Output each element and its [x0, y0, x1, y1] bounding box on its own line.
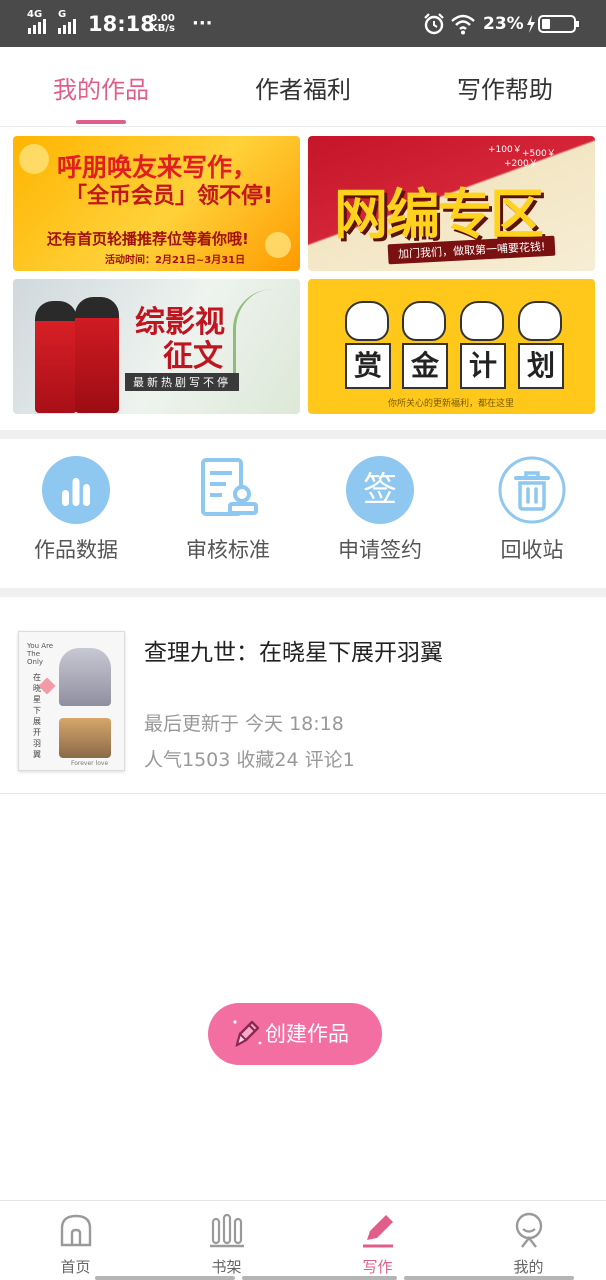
nav-home[interactable]: 首页	[0, 1201, 151, 1280]
net-speed: 0.00 KB/s	[150, 0, 175, 47]
cover-portrait	[59, 718, 111, 758]
banner-invite-line3: 还有首页轮播推荐位等着你哦!	[47, 230, 249, 248]
bonus-label-3: +200￥	[504, 159, 538, 169]
bounty-char-4: 划	[518, 343, 564, 389]
banner-invite-friends[interactable]: 呼朋唤友来写作， 「全币会员」领不停! 还有首页轮播推荐位等着你哦! 活动时间：…	[13, 136, 300, 271]
pen-icon	[363, 1215, 393, 1248]
cat-illustration	[345, 301, 389, 341]
works-data-button[interactable]: 作品数据	[0, 440, 152, 590]
review-standards-label: 审核标准	[186, 538, 270, 562]
coin-decoration	[265, 232, 291, 258]
cat-illustration	[460, 301, 504, 341]
gesture-bar	[242, 1276, 397, 1280]
create-work-button[interactable]: 创建作品	[208, 1003, 382, 1065]
network-label-g: G	[58, 8, 67, 20]
net-speed-unit: KB/s	[150, 22, 175, 34]
recycle-bin-label: 回收站	[500, 538, 564, 562]
profile-icon	[515, 1212, 543, 1248]
banner-drama-title2: 征文	[163, 339, 223, 374]
work-title: 查理九世：在晓星下展开羽翼	[144, 640, 443, 666]
work-list-item[interactable]: You Are The Only 在晓星下展开羽翼 Forever love 查…	[0, 597, 606, 794]
wifi-icon	[450, 0, 476, 47]
net-speed-value: 0.00	[150, 12, 175, 24]
sign-icon: 签	[346, 456, 414, 524]
more-notifications-icon: ···	[192, 13, 213, 34]
character-figure	[35, 301, 77, 413]
banner-invite-line2: 「全币会员」领不停!	[65, 184, 274, 209]
nav-profile[interactable]: 我的	[453, 1201, 604, 1280]
nav-profile-label: 我的	[513, 1258, 544, 1276]
book-cover: You Are The Only 在晓星下展开羽翼 Forever love	[18, 631, 125, 771]
bounty-char-1: 赏	[345, 343, 391, 389]
section-divider	[0, 588, 606, 597]
works-data-label: 作品数据	[34, 538, 118, 562]
work-updated: 最后更新于 今天 18:18	[144, 713, 344, 735]
cat-illustration	[518, 301, 562, 341]
bounty-char-3: 计	[460, 343, 506, 389]
coin-decoration	[19, 144, 49, 174]
banner-bounty-sub: 你所关心的更新福利，都在这里	[388, 399, 515, 409]
banner-drama-sub: 最新热剧写不停	[125, 373, 239, 391]
pencil-icon	[233, 1020, 262, 1048]
banner-drama-contest[interactable]: 综影视 征文 最新热剧写不停	[13, 279, 300, 414]
create-work-label: 创建作品	[265, 1022, 349, 1046]
top-tabs: 我的作品 作者福利 写作帮助	[0, 47, 606, 127]
nav-write-label: 写作	[362, 1258, 393, 1276]
cat-illustration	[402, 301, 446, 341]
gesture-bar	[95, 1276, 235, 1280]
willow-decoration	[233, 289, 293, 379]
apply-contract-label: 申请签约	[338, 538, 422, 562]
bounty-char-2: 金	[402, 343, 448, 389]
cover-caption: You Are The Only	[27, 642, 54, 666]
bonus-label-1: +100￥	[488, 145, 522, 155]
cover-portrait	[59, 648, 111, 706]
trash-icon	[498, 456, 566, 524]
home-icon	[60, 1214, 92, 1247]
review-standards-button[interactable]: 审核标准	[152, 440, 304, 590]
battery-icon	[524, 0, 580, 47]
character-figure	[75, 297, 119, 413]
recycle-bin-button[interactable]: 回收站	[456, 440, 606, 590]
tab-my-works[interactable]: 我的作品	[0, 47, 202, 127]
work-stats: 人气1503 收藏24 评论1	[144, 749, 355, 771]
tab-writing-help[interactable]: 写作帮助	[404, 47, 606, 127]
banner-invite-date: 活动时间：2月21日~3月31日	[105, 255, 246, 266]
gesture-bar	[404, 1276, 574, 1280]
banner-bounty-plan[interactable]: 赏 金 计 划 你所关心的更新福利，都在这里	[308, 279, 595, 414]
bottom-navigation: 首页 书架 写作 我的	[0, 1200, 606, 1280]
bar-chart-icon	[42, 456, 110, 524]
battery-percent: 23%	[483, 13, 524, 34]
tab-author-benefits[interactable]: 作者福利	[202, 47, 404, 127]
banner-editor-zone[interactable]: +100￥ +500￥ +200￥ 网编专区 加门我们，做取第一哺要花钱!	[308, 136, 595, 271]
bookshelf-icon	[210, 1213, 244, 1248]
network-label-4g: 4G	[27, 8, 43, 20]
clock: 18:18	[88, 11, 155, 36]
section-divider	[0, 430, 606, 439]
status-bar: 4G G 18:18 0.00 KB/s ··· 23%	[0, 0, 606, 47]
nav-bookshelf-label: 书架	[211, 1258, 242, 1276]
document-stamp-icon	[201, 458, 258, 516]
active-tab-indicator	[76, 120, 126, 124]
nav-write[interactable]: 写作	[302, 1201, 453, 1280]
alarm-icon	[422, 0, 446, 47]
apply-contract-button[interactable]: 签 申请签约	[304, 440, 456, 590]
nav-home-label: 首页	[60, 1258, 91, 1276]
nav-bookshelf[interactable]: 书架	[151, 1201, 302, 1280]
cover-footer: Forever love	[71, 760, 109, 767]
